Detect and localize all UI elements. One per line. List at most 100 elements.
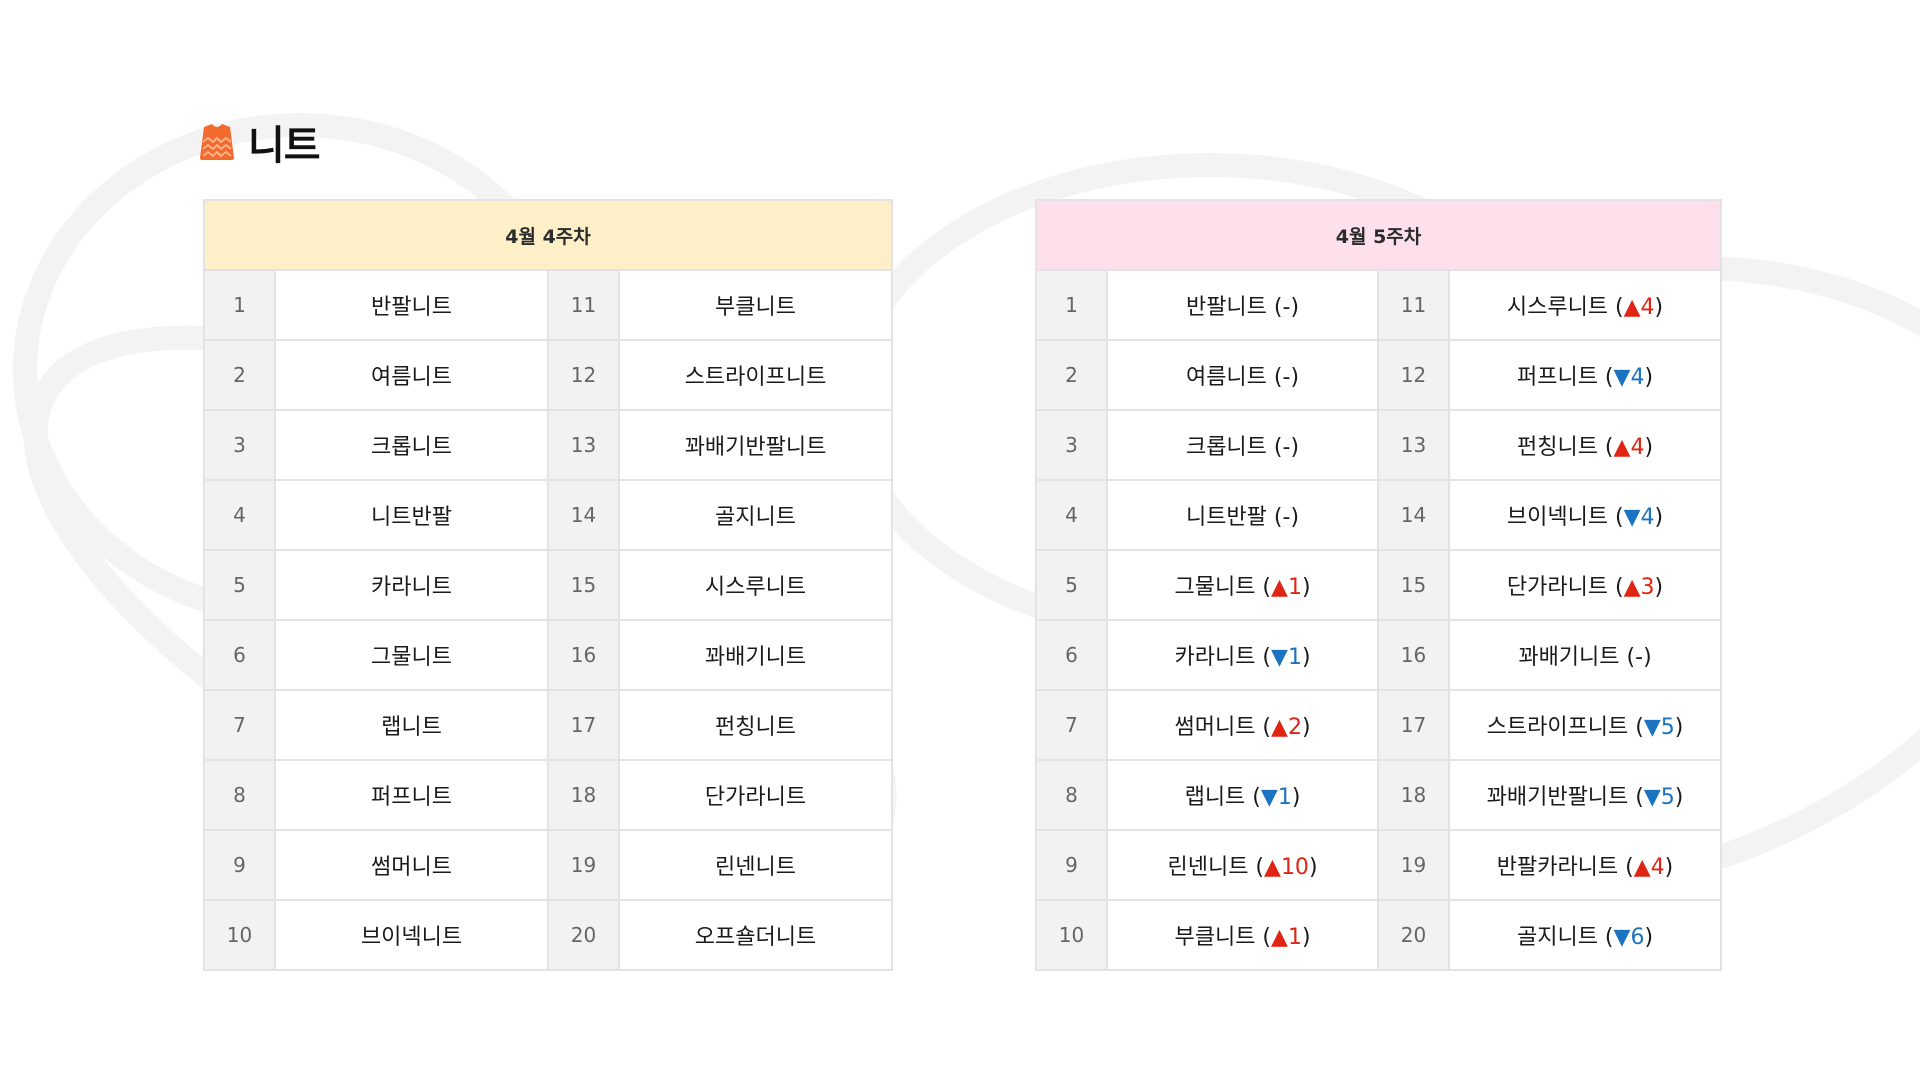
rank-number: 10: [203, 899, 276, 971]
rank-number: 8: [203, 759, 276, 831]
table-row: 2 여름니트 (-) 12 퍼프니트 (▼4): [1035, 339, 1722, 411]
item-name: 반팔니트: [371, 295, 452, 320]
rank-number: 6: [203, 619, 276, 691]
ranking-item: 그물니트 (▲1): [1106, 549, 1379, 621]
rank-change: -: [1283, 505, 1291, 530]
section-title: 니트: [198, 117, 321, 169]
rank-change: ▼4: [1614, 365, 1645, 390]
week4-header: 4월 4주차: [203, 199, 893, 271]
rank-change-value: 1: [1287, 575, 1302, 600]
rank-change-value: 1: [1277, 785, 1292, 810]
rank-number: 5: [203, 549, 276, 621]
rank-number: 18: [547, 759, 620, 831]
rank-number: 19: [547, 829, 620, 901]
item-name: 니트반팔: [1185, 505, 1267, 530]
rank-down-icon: ▼: [1613, 365, 1631, 390]
week5-ranking-table: 4월 5주차 1 반팔니트 (-) 11 시스루니트 (▲4) 2 여름니트 (-) 12 퍼…: [1035, 199, 1722, 971]
ranking-item: 린넨니트 (▲10): [1106, 829, 1379, 901]
item-name: 퍼프니트: [371, 785, 452, 810]
rank-change: ▲4: [1624, 295, 1655, 320]
ranking-item: 여름니트: [274, 339, 549, 411]
item-name: 크롭니트: [1185, 435, 1267, 460]
rank-change: ▲1: [1271, 925, 1302, 950]
item-name: 브이넥니트: [360, 925, 463, 950]
item-name: 펀칭니트: [715, 715, 796, 740]
item-name: 퍼프니트: [1516, 365, 1598, 390]
item-name: 반팔니트: [1185, 295, 1267, 320]
rank-number: 17: [547, 689, 620, 761]
rank-change-value: 4: [1630, 365, 1645, 390]
rank-number: 4: [1035, 479, 1108, 551]
ranking-item: 썸머니트 (▲2): [1106, 689, 1379, 761]
rank-number: 12: [547, 339, 620, 411]
ranking-item: 랩니트: [274, 689, 549, 761]
ranking-item: 꽈배기니트 (-): [1448, 619, 1722, 691]
item-name: 린넨니트: [1167, 855, 1249, 880]
rank-number: 13: [547, 409, 620, 481]
rank-up-icon: ▲: [1271, 715, 1288, 740]
rank-number: 11: [1377, 269, 1450, 341]
table-row: 4 니트반팔 14 골지니트: [203, 479, 893, 551]
ranking-item: 시스루니트 (▲4): [1448, 269, 1722, 341]
rank-number: 6: [1035, 619, 1108, 691]
ranking-item: 그물니트: [274, 619, 549, 691]
item-name: 브이넥니트: [1506, 505, 1609, 530]
page-title: 니트: [248, 123, 321, 169]
rank-change-value: 1: [1287, 925, 1302, 950]
item-name: 여름니트: [371, 365, 452, 390]
rank-number: 14: [1377, 479, 1450, 551]
rank-number: 12: [1377, 339, 1450, 411]
ranking-item: 브이넥니트 (▼4): [1448, 479, 1722, 551]
item-name: 펀칭니트: [1516, 435, 1598, 460]
rank-change: ▲3: [1624, 575, 1655, 600]
rank-number: 16: [547, 619, 620, 691]
ranking-item: 스트라이프니트: [618, 339, 893, 411]
item-name: 꽈배기니트: [704, 645, 807, 670]
rank-down-icon: ▼: [1260, 785, 1278, 810]
rank-change-value: 4: [1640, 505, 1655, 530]
rank-change: ▼1: [1271, 645, 1302, 670]
item-name: 시스루니트: [704, 575, 807, 600]
item-name: 시스루니트: [1506, 295, 1609, 320]
ranking-item: 꽈배기니트: [618, 619, 893, 691]
item-name: 썸머니트: [371, 855, 452, 880]
item-name: 그물니트: [371, 645, 452, 670]
rank-down-icon: ▼: [1271, 645, 1288, 670]
ranking-item: 브이넥니트: [274, 899, 549, 971]
item-name: 린넨니트: [715, 855, 796, 880]
week5-header: 4월 5주차: [1035, 199, 1722, 271]
item-name: 골지니트: [1516, 925, 1598, 950]
ranking-item: 린넨니트: [618, 829, 893, 901]
item-name: 꽈배기반팔니트: [684, 435, 827, 460]
ranking-item: 카라니트: [274, 549, 549, 621]
item-name: 랩니트: [381, 715, 442, 740]
rank-number: 5: [1035, 549, 1108, 621]
ranking-item: 퍼프니트: [274, 759, 549, 831]
item-name: 부클니트: [715, 295, 796, 320]
item-name: 부클니트: [1174, 925, 1256, 950]
rank-change-value: 2: [1287, 715, 1302, 740]
item-name: 카라니트: [1174, 645, 1256, 670]
rank-number: 7: [1035, 689, 1108, 761]
rank-number: 13: [1377, 409, 1450, 481]
rank-down-icon: ▼: [1643, 715, 1661, 740]
ranking-item: 꽈배기반팔니트 (▼5): [1448, 759, 1722, 831]
rank-change-value: -: [1635, 645, 1644, 670]
rank-change-value: 5: [1660, 785, 1675, 810]
rank-change: ▼4: [1624, 505, 1655, 530]
rank-change: ▲4: [1614, 435, 1645, 460]
ranking-item: 부클니트 (▲1): [1106, 899, 1379, 971]
rank-number: 14: [547, 479, 620, 551]
rank-change-value: 1: [1287, 645, 1302, 670]
rank-down-icon: ▼: [1643, 785, 1661, 810]
item-name: 골지니트: [715, 505, 796, 530]
table-row: 9 린넨니트 (▲10) 19 반팔카라니트 (▲4): [1035, 829, 1722, 901]
ranking-item: 퍼프니트 (▼4): [1448, 339, 1722, 411]
ranking-item: 크롭니트: [274, 409, 549, 481]
rank-change-value: -: [1282, 505, 1291, 530]
item-name: 오프숄더니트: [694, 925, 817, 950]
item-name: 반팔카라니트: [1496, 855, 1619, 880]
table-row: 9 썸머니트 19 린넨니트: [203, 829, 893, 901]
ranking-item: 썸머니트: [274, 829, 549, 901]
ranking-item: 펀칭니트 (▲4): [1448, 409, 1722, 481]
